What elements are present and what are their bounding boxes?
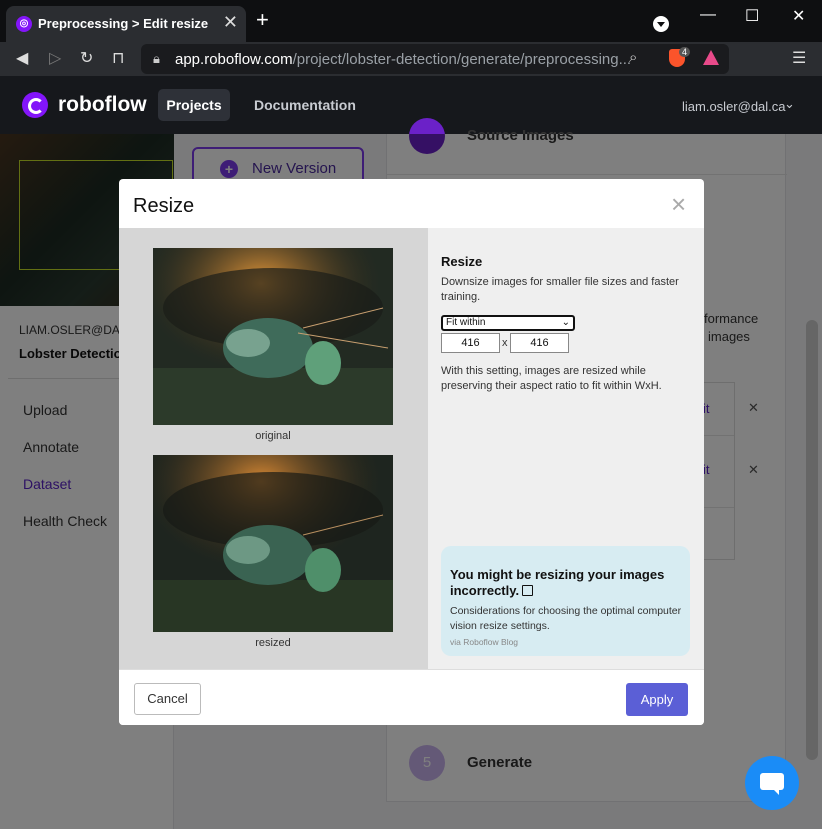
setting-note: With this setting, images are resized wh… — [441, 365, 662, 392]
zoom-icon[interactable]: ⌕ — [629, 49, 637, 66]
chevron-down-icon: ⌄ — [561, 317, 570, 328]
section-title: Resize — [441, 254, 483, 269]
bookmark-icon[interactable]: ⊓ — [112, 48, 124, 68]
original-image — [153, 248, 393, 425]
apply-button[interactable]: Apply — [626, 683, 688, 716]
tab-close-icon[interactable]: ✕ — [223, 12, 238, 33]
tab-title: Preprocessing > Edit resize — [38, 16, 209, 31]
roboflow-logo-icon[interactable] — [22, 92, 48, 118]
address-bar-row: ◀ ▷ ↻ ⊓ 🔒︎ app.roboflow.com/project/lobs… — [0, 42, 822, 76]
new-tab-button[interactable]: + — [256, 9, 269, 31]
blog-source: via Roboflow Blog — [450, 637, 519, 647]
browser-tab[interactable]: ◎ Preprocessing > Edit resize ✕ — [6, 6, 246, 42]
window-close-button[interactable]: ✕ — [792, 6, 805, 26]
lock-icon[interactable]: 🔒︎ — [153, 51, 160, 67]
width-input[interactable]: 416 — [441, 333, 500, 353]
brave-rewards-icon[interactable] — [703, 50, 719, 65]
section-description: Downsize images for smaller file sizes a… — [441, 276, 679, 303]
browser-tab-bar: ◎ Preprocessing > Edit resize ✕ + — ☐ ✕ — [0, 0, 822, 42]
tab-search-icon[interactable] — [653, 16, 669, 32]
resize-mode-select[interactable]: Fit within ⌄ — [441, 315, 575, 331]
nav-projects[interactable]: Projects — [158, 89, 230, 121]
height-input[interactable]: 416 — [510, 333, 569, 353]
roboflow-favicon-icon: ◎ — [16, 16, 32, 32]
dimension-separator: x — [502, 337, 508, 349]
settings-panel: Resize Downsize images for smaller file … — [428, 228, 704, 669]
resized-image — [153, 455, 393, 632]
blog-card[interactable]: You might be resizing your images incorr… — [441, 546, 690, 656]
forward-icon[interactable]: ▷ — [49, 48, 61, 68]
modal-title: Resize — [133, 195, 195, 217]
caption-original: original — [255, 430, 291, 442]
url-text: app.roboflow.com/project/lobster-detecti… — [175, 51, 632, 68]
back-icon[interactable]: ◀ — [16, 48, 28, 68]
reload-icon[interactable]: ↻ — [80, 48, 93, 68]
maximize-button[interactable]: ☐ — [745, 6, 759, 26]
blog-title[interactable]: You might be resizing your images incorr… — [450, 567, 682, 599]
cancel-button[interactable]: Cancel — [134, 683, 201, 715]
preview-panel: original resized — [119, 228, 428, 669]
user-menu[interactable]: liam.osler@dal.ca — [682, 99, 786, 114]
minimize-button[interactable]: — — [700, 6, 716, 24]
logo-text[interactable]: roboflow — [58, 93, 147, 117]
blog-description: Considerations for choosing the optimal … — [450, 605, 682, 632]
nav-documentation[interactable]: Documentation — [254, 97, 356, 113]
chevron-down-icon[interactable]: ⌄ — [784, 96, 795, 112]
close-icon[interactable]: × — [671, 189, 686, 220]
chat-icon[interactable] — [745, 756, 799, 810]
brave-shield-count: 4 — [679, 47, 691, 57]
modal-footer: Cancel Apply — [119, 669, 704, 725]
browser-menu-icon[interactable]: ☰ — [792, 48, 806, 68]
caption-resized: resized — [255, 637, 291, 649]
resize-modal: Resize × original resized Resize Downsiz… — [119, 179, 704, 725]
url-field[interactable]: 🔒︎ app.roboflow.com/project/lobster-dete… — [141, 44, 729, 74]
external-link-icon — [522, 585, 534, 596]
resize-mode-value: Fit within — [446, 317, 486, 328]
